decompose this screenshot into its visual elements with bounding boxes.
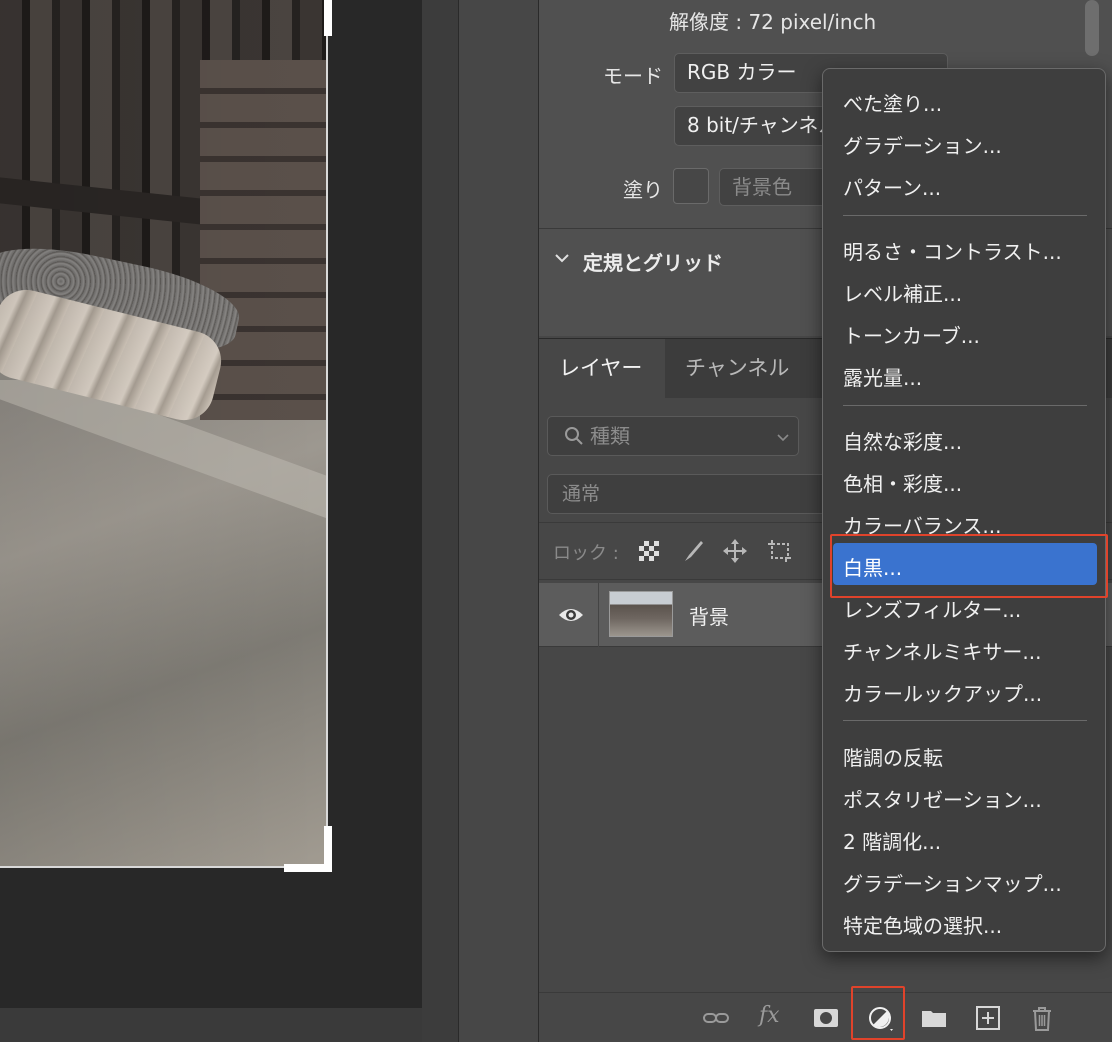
layer-filter-select[interactable]: 種類	[547, 416, 799, 456]
new-layer-icon[interactable]	[973, 1003, 1003, 1033]
menu-item-pattern[interactable]: パターン...	[843, 172, 941, 201]
transform-handle[interactable]	[284, 864, 330, 872]
mask-icon[interactable]	[811, 1003, 841, 1033]
adjustment-layer-menu: べた塗り... グラデーション... パターン... 明るさ・コントラスト...…	[822, 68, 1106, 952]
lock-move-icon[interactable]	[721, 537, 749, 565]
document-status-bar	[0, 1008, 422, 1042]
canvas-edge	[326, 36, 328, 826]
panel-divider[interactable]	[422, 0, 458, 1042]
menu-separator	[843, 405, 1087, 406]
fill-label: 塗り	[623, 178, 663, 202]
layer-name[interactable]: 背景	[689, 601, 729, 630]
menu-item-brightness-contrast[interactable]: 明るさ・コントラスト...	[843, 236, 1062, 265]
menu-item-vibrance[interactable]: 自然な彩度...	[843, 426, 962, 455]
panel-dock-column	[458, 0, 538, 1042]
layers-bottom-bar: fx	[539, 992, 1112, 1042]
menu-item-threshold[interactable]: 2 階調化...	[843, 826, 941, 855]
menu-item-gradient-map[interactable]: グラデーションマップ...	[843, 868, 1062, 897]
eye-icon[interactable]	[557, 605, 585, 625]
menu-item-photo-filter[interactable]: レンズフィルター...	[843, 594, 1021, 623]
fx-icon[interactable]: fx	[759, 1003, 789, 1033]
trash-icon[interactable]	[1027, 1003, 1057, 1033]
menu-item-solid-color[interactable]: べた塗り...	[843, 88, 942, 117]
rulers-grid-title: 定規とグリッド	[583, 251, 723, 275]
fill-color-swatch[interactable]	[673, 168, 709, 204]
filter-placeholder: 種類	[590, 424, 630, 448]
menu-separator	[843, 720, 1087, 721]
layer-thumbnail	[609, 591, 673, 637]
photo-image	[0, 0, 328, 868]
lock-artboard-icon[interactable]	[765, 537, 793, 565]
menu-item-curves[interactable]: トーンカーブ...	[843, 320, 980, 349]
lock-transparency-icon[interactable]	[635, 537, 663, 565]
transform-handle[interactable]	[324, 0, 332, 36]
tab-channels[interactable]: チャンネル	[665, 339, 809, 399]
search-icon	[565, 427, 583, 445]
menu-item-posterize[interactable]: ポスタリゼーション...	[843, 784, 1042, 813]
menu-separator	[843, 215, 1087, 216]
link-icon[interactable]	[701, 1003, 731, 1033]
chevron-down-icon[interactable]	[553, 249, 571, 267]
menu-item-hue-saturation[interactable]: 色相・彩度...	[843, 468, 962, 497]
menu-item-selective-color[interactable]: 特定色域の選択...	[843, 910, 1002, 939]
document-canvas[interactable]	[0, 0, 422, 1042]
chevron-down-icon	[777, 434, 789, 442]
menu-item-exposure[interactable]: 露光量...	[843, 362, 922, 391]
folder-icon[interactable]	[919, 1003, 949, 1033]
menu-item-channel-mixer[interactable]: チャンネルミキサー...	[843, 636, 1041, 665]
lock-label: ロック :	[553, 543, 619, 564]
blend-mode-select[interactable]: 通常	[547, 474, 837, 514]
properties-scrollbar[interactable]	[1085, 0, 1099, 56]
selected-item-annotation	[830, 534, 1108, 598]
canvas-edge	[0, 866, 284, 868]
visibility-cell[interactable]	[539, 583, 599, 647]
menu-item-color-lookup[interactable]: カラールックアップ...	[843, 678, 1042, 707]
adjustment-button-annotation	[851, 986, 905, 1040]
menu-item-levels[interactable]: レベル補正...	[843, 278, 962, 307]
lock-paint-icon[interactable]	[679, 537, 707, 565]
resolution-text: 解像度 : 72 pixel/inch	[669, 10, 877, 34]
tab-layers[interactable]: レイヤー	[539, 339, 665, 399]
menu-item-gradient[interactable]: グラデーション...	[843, 130, 1002, 159]
menu-item-invert[interactable]: 階調の反転	[843, 742, 943, 771]
mode-label: モード	[603, 64, 663, 88]
